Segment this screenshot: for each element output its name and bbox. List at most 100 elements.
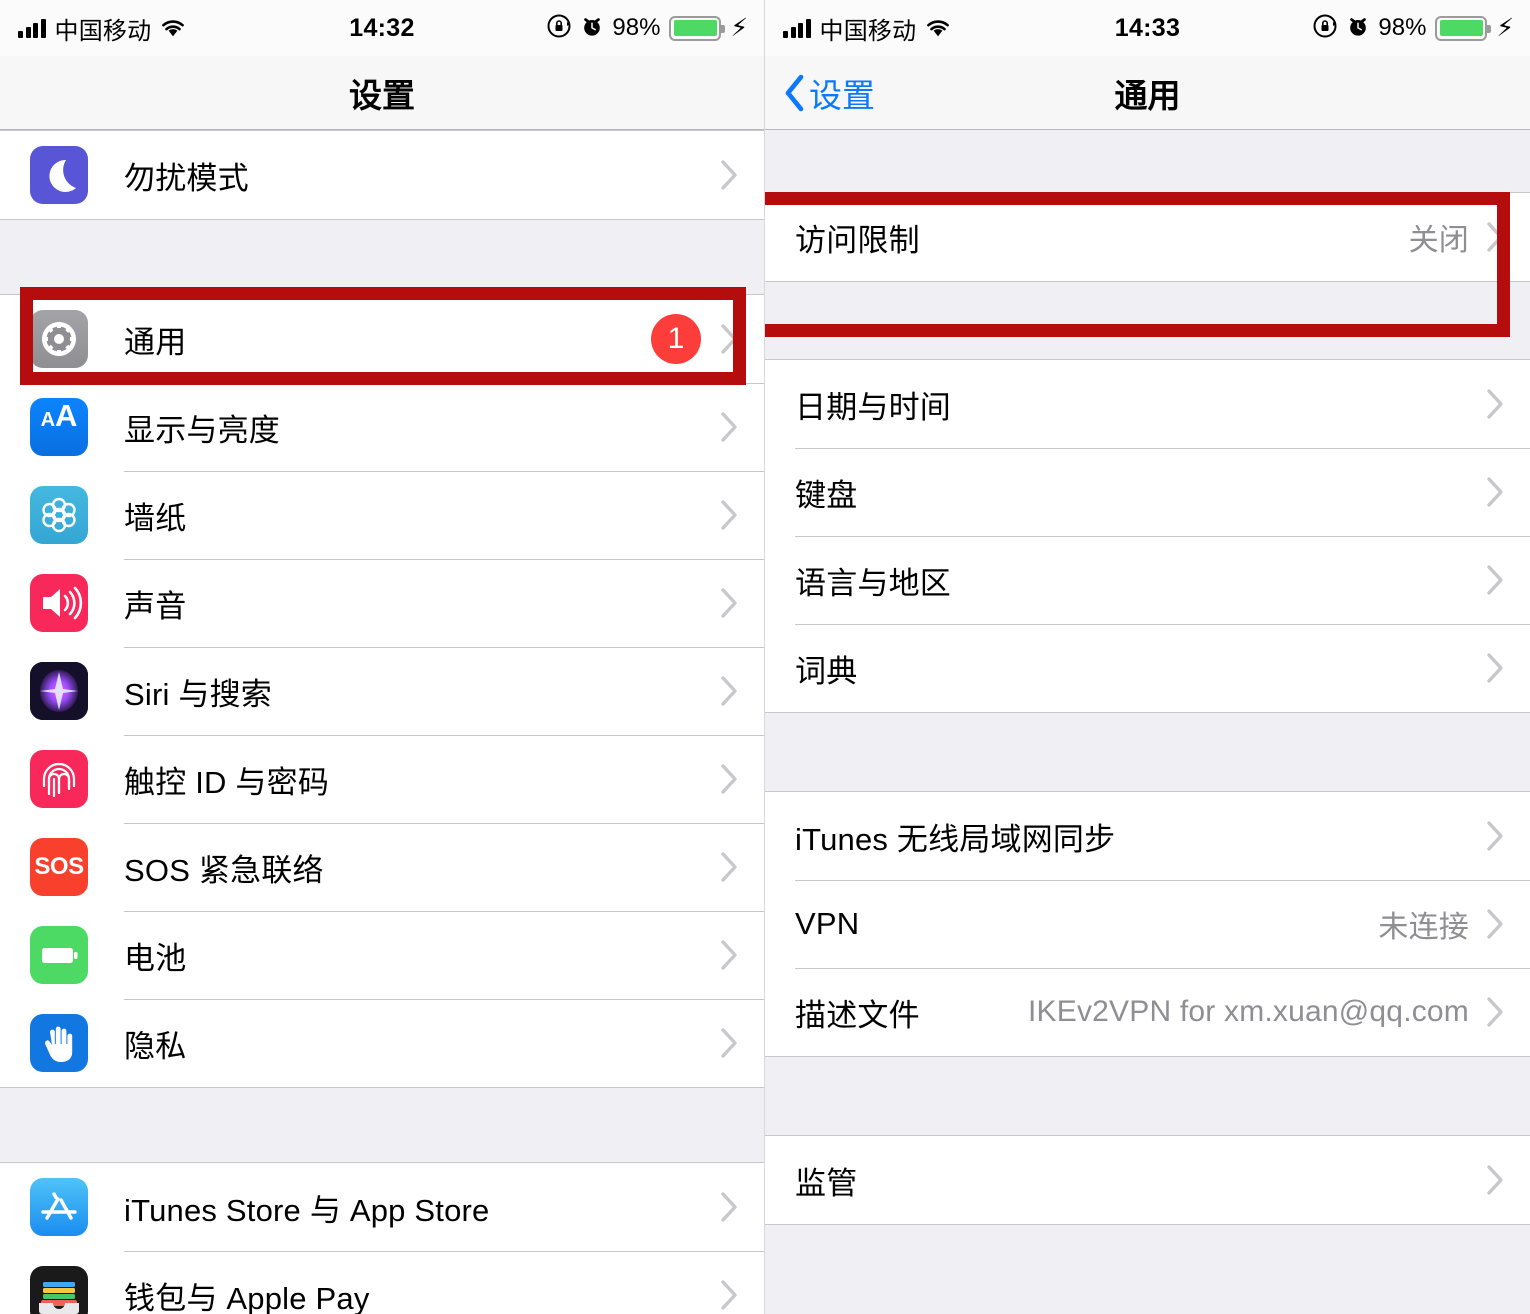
row-label: 声音 [124, 588, 187, 624]
row-label: 日期与时间 [795, 389, 951, 425]
charging-bolt-icon: ⚡ [1496, 13, 1514, 42]
row-label: 钱包与 Apple Pay [124, 1280, 370, 1314]
settings-row-emergency-sos[interactable]: SOS SOS 紧急联络 [0, 823, 764, 911]
chevron-right-icon [1487, 565, 1504, 595]
row-label: 墙纸 [124, 500, 187, 536]
settings-row-keyboard[interactable]: 键盘 [765, 448, 1530, 536]
wallpaper-icon [30, 486, 88, 544]
settings-row-profile[interactable]: 描述文件 IKEv2VPN for xm.xuan@qq.com [765, 968, 1530, 1056]
page-title: 设置 [349, 76, 415, 114]
settings-group-3: iTunes Store 与 App Store 钱包与 Apple Pay [0, 1162, 764, 1314]
group-separator-d [765, 1225, 1530, 1303]
settings-row-sounds[interactable]: 声音 [0, 559, 764, 647]
settings-row-itunes-app-store[interactable]: iTunes Store 与 App Store [0, 1163, 764, 1251]
row-value: IKEv2VPN for xm.xuan@qq.com [1027, 995, 1469, 1028]
page-title: 通用 [1114, 76, 1181, 114]
battery-percent-label: 98% [612, 14, 661, 41]
nav-bar-right: 设置 通用 [765, 56, 1530, 130]
chevron-right-icon [721, 676, 738, 706]
chevron-right-icon [721, 852, 738, 882]
alarm-clock-icon [1347, 14, 1369, 43]
chevron-right-icon [1487, 909, 1504, 939]
gear-icon [30, 310, 88, 368]
back-button[interactable]: 设置 [783, 69, 875, 117]
settings-row-touch-id-passcode[interactable]: 触控 ID 与密码 [0, 735, 764, 823]
row-label: 勿扰模式 [124, 160, 249, 196]
chevron-right-icon [1487, 477, 1504, 507]
status-bar-right-group: 98% ⚡ [1312, 0, 1514, 56]
settings-row-do-not-disturb[interactable]: 勿扰模式 [0, 131, 764, 219]
settings-row-wallpaper[interactable]: 墙纸 [0, 471, 764, 559]
row-label: 显示与亮度 [124, 412, 280, 448]
chevron-right-icon [721, 1028, 738, 1058]
group-separator-a [765, 282, 1530, 359]
row-label: 电池 [124, 940, 187, 976]
battery-icon [669, 15, 726, 41]
row-label: 描述文件 [795, 997, 920, 1033]
chevron-right-icon [721, 588, 738, 618]
battery-icon [30, 926, 88, 984]
dual-screenshot-container: 中国移动 14:32 98% ⚡ 设置 勿扰模式 通用 1 A A 显示与亮度 … [0, 0, 1530, 1314]
siri-icon [30, 662, 88, 720]
battery-percent-label: 98% [1378, 14, 1427, 41]
status-bar-left: 中国移动 14:32 98% ⚡ [0, 0, 764, 56]
row-label: 触控 ID 与密码 [124, 764, 330, 800]
row-label: 隐私 [124, 1028, 187, 1064]
wallet-icon [30, 1266, 88, 1314]
settings-row-battery[interactable]: 电池 [0, 911, 764, 999]
carrier-label: 中国移动 [54, 17, 152, 45]
chevron-right-icon [721, 160, 738, 190]
chevron-right-icon [1487, 821, 1504, 851]
chevron-right-icon [1487, 222, 1504, 252]
settings-row-privacy[interactable]: 隐私 [0, 999, 764, 1087]
settings-row-language-region[interactable]: 语言与地区 [765, 536, 1530, 624]
row-label: Siri 与搜索 [124, 676, 272, 712]
settings-row-dictionary[interactable]: 词典 [765, 624, 1530, 712]
settings-row-date-time[interactable]: 日期与时间 [765, 360, 1530, 448]
settings-group-1: 勿扰模式 [0, 130, 764, 220]
row-label: SOS 紧急联络 [124, 852, 324, 888]
settings-row-general[interactable]: 通用 1 [0, 295, 764, 383]
settings-row-supervision[interactable]: 监管 [765, 1136, 1530, 1224]
row-label: iTunes Store 与 App Store [124, 1192, 490, 1228]
row-label: 监管 [795, 1165, 858, 1201]
chevron-right-icon [1487, 389, 1504, 419]
wifi-icon [925, 18, 951, 38]
chevron-left-icon [783, 74, 805, 112]
row-label: 通用 [124, 324, 187, 360]
group-separator-c [765, 1057, 1530, 1135]
row-label: iTunes 无线局域网同步 [795, 821, 1116, 857]
back-button-label: 设置 [809, 76, 875, 114]
notification-badge: 1 [651, 314, 701, 364]
chevron-right-icon [1487, 1165, 1504, 1195]
settings-row-restrictions[interactable]: 访问限制 关闭 [765, 193, 1530, 281]
settings-screen: 中国移动 14:32 98% ⚡ 设置 勿扰模式 通用 1 A A 显示与亮度 … [0, 0, 765, 1314]
settings-group-restrictions: 访问限制 关闭 [765, 192, 1530, 282]
chevron-right-icon [1487, 997, 1504, 1027]
row-label: 词典 [795, 653, 858, 689]
settings-row-vpn[interactable]: VPN 未连接 [765, 880, 1530, 968]
row-label: 语言与地区 [795, 565, 951, 601]
fingerprint-icon [30, 750, 88, 808]
general-settings-screen: 中国移动 14:33 98% ⚡ 设置 通用 访问限制 关闭 日期与时间 键盘 … [765, 0, 1530, 1314]
settings-row-wallet-apple-pay[interactable]: 钱包与 Apple Pay [0, 1251, 764, 1314]
settings-list: 勿扰模式 通用 1 AA 显示与亮度 墙纸 声音 Siri 与搜索 触控 ID … [0, 130, 764, 1314]
rotation-lock-icon [546, 13, 572, 44]
app-store-icon [30, 1178, 88, 1236]
settings-row-siri-search[interactable]: Siri 与搜索 [0, 647, 764, 735]
chevron-right-icon [721, 1280, 738, 1310]
settings-row-display-brightness[interactable]: AA 显示与亮度 [0, 383, 764, 471]
settings-row-itunes-wifi-sync[interactable]: iTunes 无线局域网同步 [765, 792, 1530, 880]
status-bar-right-group: 98% ⚡ [546, 0, 748, 56]
wifi-icon [160, 18, 186, 38]
group-separator-1 [0, 220, 764, 294]
display-brightness-icon: AA [30, 398, 88, 456]
row-label: VPN [795, 906, 860, 941]
chevron-right-icon [721, 1192, 738, 1222]
moon-icon [30, 146, 88, 204]
battery-icon [1435, 15, 1492, 41]
settings-group-supervision: 监管 [765, 1135, 1530, 1225]
row-label: 访问限制 [795, 222, 920, 258]
settings-group-datetime: 日期与时间 键盘 语言与地区 词典 [765, 359, 1530, 713]
settings-group-network: iTunes 无线局域网同步 VPN 未连接 描述文件 IKEv2VPN for… [765, 791, 1530, 1057]
